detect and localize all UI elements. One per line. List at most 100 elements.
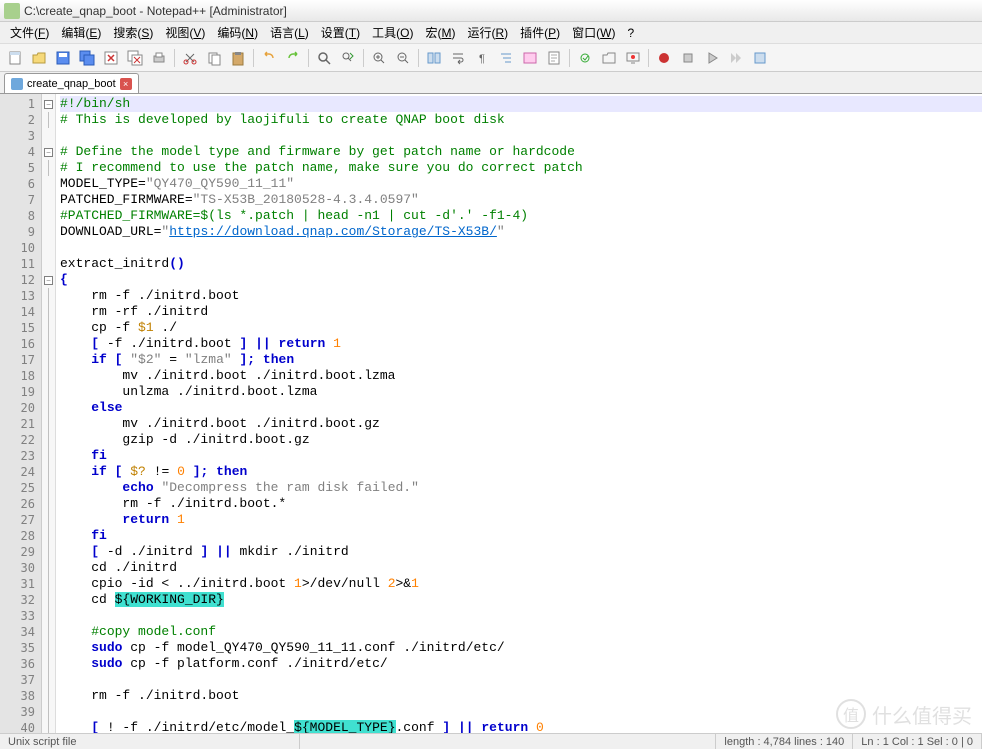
close-all-button[interactable] <box>124 47 146 69</box>
play-macro-button[interactable] <box>701 47 723 69</box>
code-line[interactable]: MODEL_TYPE="QY470_QY590_11_11" <box>60 176 982 192</box>
code-line[interactable]: rm -f ./initrd.boot <box>60 688 982 704</box>
doc-map-button[interactable] <box>543 47 565 69</box>
lang-button[interactable] <box>519 47 541 69</box>
menu-文件[interactable]: 文件(F) <box>4 22 55 43</box>
sync-scroll-button[interactable] <box>423 47 445 69</box>
menu-?[interactable]: ? <box>621 24 640 42</box>
code-line[interactable]: rm -f ./initrd.boot.* <box>60 496 982 512</box>
code-line[interactable]: if [ $? != 0 ]; then <box>60 464 982 480</box>
code-line[interactable] <box>60 128 982 144</box>
code-line[interactable]: echo "Decompress the ram disk failed." <box>60 480 982 496</box>
new-file-button[interactable] <box>4 47 26 69</box>
zoom-in-button[interactable] <box>368 47 390 69</box>
code-line[interactable]: unlzma ./initrd.boot.lzma <box>60 384 982 400</box>
toolbar-separator <box>418 49 419 67</box>
fold-marker <box>42 304 55 320</box>
code-line[interactable]: PATCHED_FIRMWARE="TS-X53B_20180528-4.3.4… <box>60 192 982 208</box>
indent-guide-button[interactable] <box>495 47 517 69</box>
close-button[interactable] <box>100 47 122 69</box>
code-line[interactable] <box>60 672 982 688</box>
save-button[interactable] <box>52 47 74 69</box>
code-line[interactable]: cd ./initrd <box>60 560 982 576</box>
fold-marker[interactable]: − <box>42 96 55 112</box>
find-button[interactable] <box>313 47 335 69</box>
menu-搜索[interactable]: 搜索(S) <box>107 22 159 43</box>
save-macro-button[interactable] <box>749 47 771 69</box>
code-line[interactable]: gzip -d ./initrd.boot.gz <box>60 432 982 448</box>
menu-宏[interactable]: 宏(M) <box>419 22 461 43</box>
code-line[interactable]: #!/bin/sh <box>60 96 982 112</box>
code-line[interactable]: [ -f ./initrd.boot ] || return 1 <box>60 336 982 352</box>
function-list-button[interactable] <box>574 47 596 69</box>
code-line[interactable]: [ -d ./initrd ] || mkdir ./initrd <box>60 544 982 560</box>
line-number: 35 <box>0 640 41 656</box>
play-multi-button[interactable] <box>725 47 747 69</box>
code-line[interactable]: fi <box>60 448 982 464</box>
fold-marker[interactable]: − <box>42 272 55 288</box>
code-line[interactable]: { <box>60 272 982 288</box>
code-line[interactable]: return 1 <box>60 512 982 528</box>
code-area[interactable]: #!/bin/sh# This is developed by laojiful… <box>56 94 982 733</box>
menu-视图[interactable]: 视图(V) <box>159 22 211 43</box>
line-number: 8 <box>0 208 41 224</box>
code-line[interactable]: DOWNLOAD_URL="https://download.qnap.com/… <box>60 224 982 240</box>
copy-button[interactable] <box>203 47 225 69</box>
menu-窗口[interactable]: 窗口(W) <box>566 22 621 43</box>
code-line[interactable]: [ ! -f ./initrd/etc/model_${MODEL_TYPE}.… <box>60 720 982 733</box>
menu-编辑[interactable]: 编辑(E) <box>55 22 107 43</box>
folder-button[interactable] <box>598 47 620 69</box>
fold-marker[interactable]: − <box>42 144 55 160</box>
code-line[interactable]: #copy model.conf <box>60 624 982 640</box>
show-all-chars-button[interactable]: ¶ <box>471 47 493 69</box>
code-line[interactable] <box>60 240 982 256</box>
code-line[interactable]: # This is developed by laojifuli to crea… <box>60 112 982 128</box>
code-line[interactable]: extract_initrd() <box>60 256 982 272</box>
fold-marker <box>42 288 55 304</box>
code-line[interactable]: cp -f $1 ./ <box>60 320 982 336</box>
code-line[interactable]: cpio -id < ../initrd.boot 1>/dev/null 2>… <box>60 576 982 592</box>
line-number: 2 <box>0 112 41 128</box>
menu-编码[interactable]: 编码(N) <box>211 22 264 43</box>
code-line[interactable]: rm -rf ./initrd <box>60 304 982 320</box>
tab-close-button[interactable]: × <box>120 78 132 90</box>
open-file-button[interactable] <box>28 47 50 69</box>
undo-button[interactable] <box>258 47 280 69</box>
save-all-button[interactable] <box>76 47 98 69</box>
line-number: 27 <box>0 512 41 528</box>
print-button[interactable] <box>148 47 170 69</box>
code-line[interactable]: mv ./initrd.boot ./initrd.boot.lzma <box>60 368 982 384</box>
code-line[interactable] <box>60 704 982 720</box>
menu-工具[interactable]: 工具(O) <box>366 22 419 43</box>
code-line[interactable]: # I recommend to use the patch name, mak… <box>60 160 982 176</box>
code-line[interactable]: if [ "$2" = "lzma" ]; then <box>60 352 982 368</box>
code-line[interactable]: sudo cp -f model_QY470_QY590_11_11.conf … <box>60 640 982 656</box>
menu-设置[interactable]: 设置(T) <box>315 22 366 43</box>
wrap-button[interactable] <box>447 47 469 69</box>
code-line[interactable] <box>60 608 982 624</box>
menu-语言[interactable]: 语言(L) <box>264 22 315 43</box>
code-line[interactable]: mv ./initrd.boot ./initrd.boot.gz <box>60 416 982 432</box>
code-line[interactable]: rm -f ./initrd.boot <box>60 288 982 304</box>
line-number: 16 <box>0 336 41 352</box>
paste-button[interactable] <box>227 47 249 69</box>
code-line[interactable]: sudo cp -f platform.conf ./initrd/etc/ <box>60 656 982 672</box>
zoom-out-button[interactable] <box>392 47 414 69</box>
editor[interactable]: 1234567891011121314151617181920212223242… <box>0 94 982 733</box>
file-tab[interactable]: create_qnap_boot × <box>4 73 139 93</box>
stop-macro-button[interactable] <box>677 47 699 69</box>
code-line[interactable]: cd ${WORKING_DIR} <box>60 592 982 608</box>
code-line[interactable]: else <box>60 400 982 416</box>
menu-运行[interactable]: 运行(R) <box>461 22 514 43</box>
code-line[interactable]: fi <box>60 528 982 544</box>
monitor-button[interactable] <box>622 47 644 69</box>
replace-button[interactable] <box>337 47 359 69</box>
record-macro-button[interactable] <box>653 47 675 69</box>
redo-button[interactable] <box>282 47 304 69</box>
code-line[interactable]: # Define the model type and firmware by … <box>60 144 982 160</box>
menu-插件[interactable]: 插件(P) <box>514 22 566 43</box>
cut-button[interactable] <box>179 47 201 69</box>
menubar: 文件(F)编辑(E)搜索(S)视图(V)编码(N)语言(L)设置(T)工具(O)… <box>0 22 982 44</box>
fold-marker <box>42 224 55 240</box>
code-line[interactable]: #PATCHED_FIRMWARE=$(ls *.patch | head -n… <box>60 208 982 224</box>
